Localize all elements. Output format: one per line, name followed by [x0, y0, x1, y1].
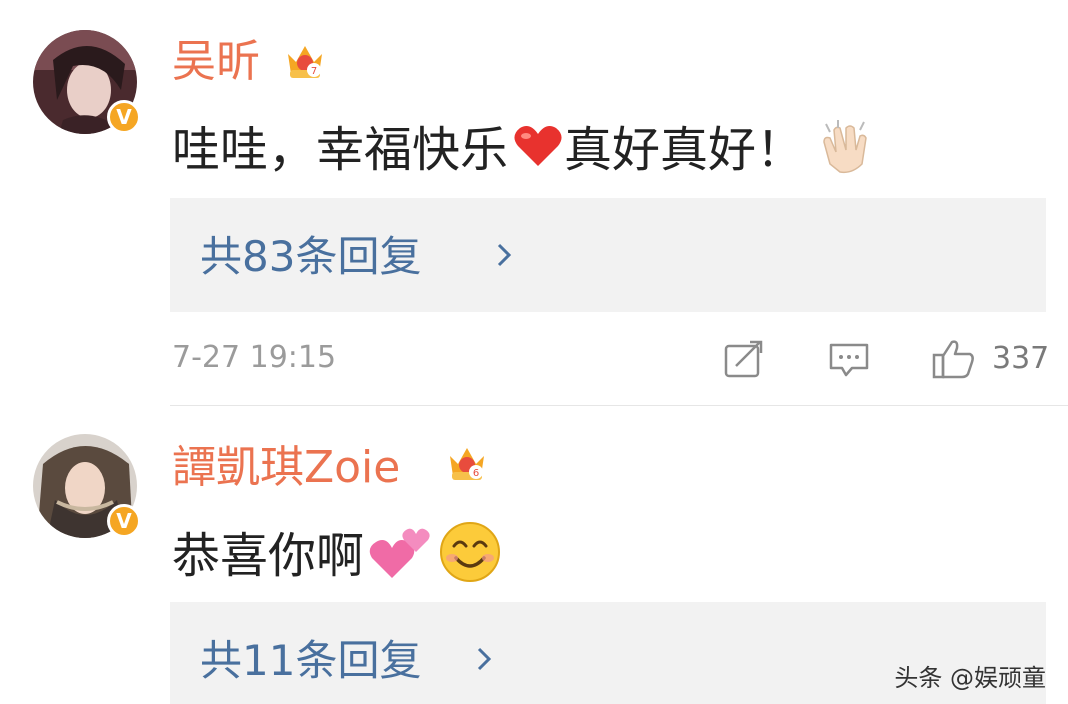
username[interactable]: 吴昕: [172, 40, 260, 84]
crown-icon: 6: [450, 448, 484, 480]
clap-emoji-icon: [816, 116, 876, 184]
crown-icon: 7: [288, 46, 322, 78]
username[interactable]: 譚凱琪Zoie: [172, 446, 400, 490]
crown-level: 6: [473, 468, 479, 479]
comment-text-part: 真好真好！: [564, 122, 805, 178]
repost-icon[interactable]: [724, 340, 764, 378]
chevron-right-icon: [497, 243, 512, 267]
avatar[interactable]: V: [33, 30, 141, 134]
avatar[interactable]: V: [33, 434, 141, 538]
like-icon[interactable]: [932, 338, 976, 380]
comment-icon[interactable]: [828, 342, 870, 378]
heart-emoji-icon: [512, 122, 564, 178]
comment-timestamp: 7-27 19:15: [172, 340, 337, 375]
crown-level: 7: [311, 66, 317, 77]
comment-divider: [170, 405, 1068, 406]
verified-badge-icon: V: [107, 504, 141, 538]
smile-emoji-icon: [438, 520, 502, 592]
comment-text: 哇哇，幸福快乐 真好真好！: [172, 116, 876, 184]
like-count: 337: [992, 341, 1050, 376]
replies-panel[interactable]: 共83条回复: [170, 198, 1046, 312]
two-hearts-emoji-icon: [368, 522, 432, 590]
watermark: 头条 @娱顽童: [894, 664, 1046, 692]
view-replies-link[interactable]: 共11条回复: [200, 640, 421, 682]
comment-text: 恭喜你啊: [172, 520, 502, 592]
comment-text-part: 哇哇，幸福快乐: [172, 122, 509, 178]
comment-text-part: 恭喜你啊: [172, 528, 365, 584]
verified-badge-icon: V: [107, 100, 141, 134]
view-replies-link[interactable]: 共83条回复: [200, 236, 421, 278]
chevron-right-icon: [477, 647, 492, 671]
